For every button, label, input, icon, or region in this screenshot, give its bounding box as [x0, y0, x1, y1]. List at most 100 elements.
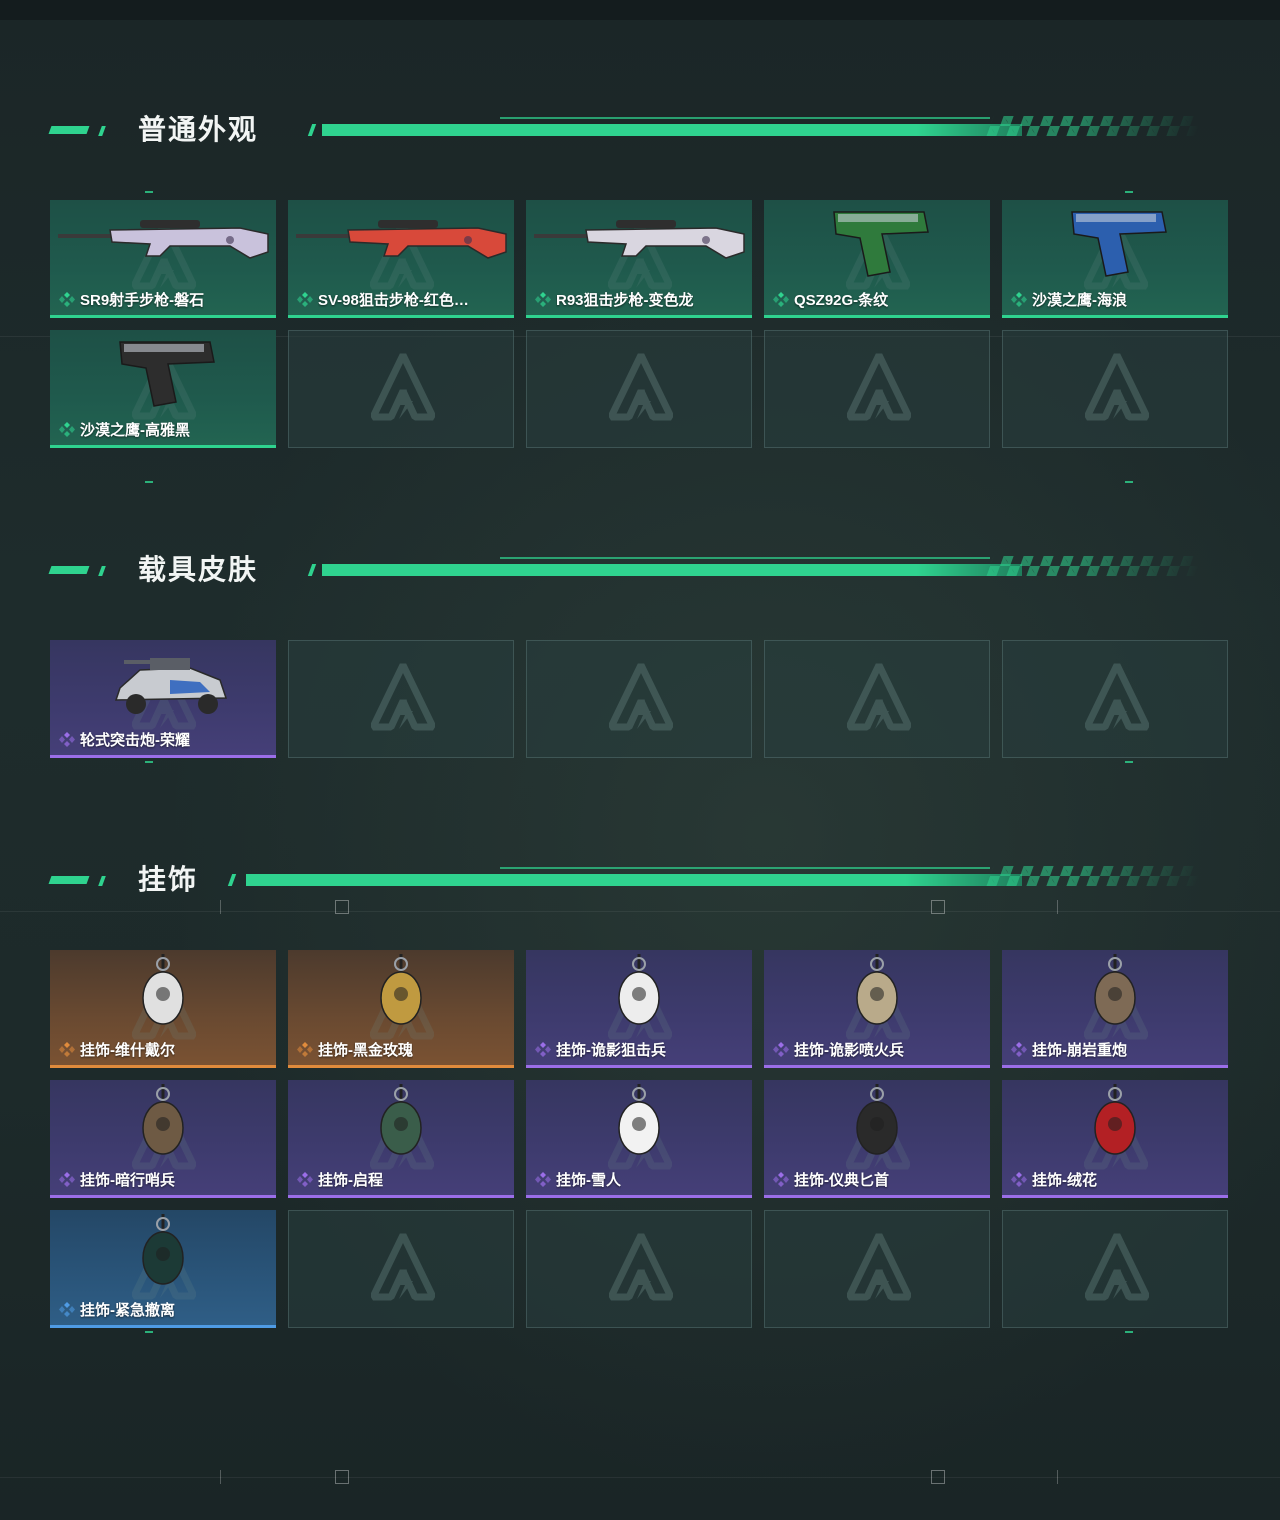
item-name: 挂饰-维什戴尔 [80, 1042, 175, 1059]
charm-image [142, 1084, 184, 1155]
logo-watermark-icon [609, 1233, 673, 1301]
frame-mark [1057, 900, 1058, 914]
section-title: 载具皮肤 [138, 554, 259, 585]
rarity-diamond-icon [1011, 1041, 1027, 1057]
section-title: 普通外观 [138, 114, 259, 145]
rarity-diamond-icon [535, 291, 551, 307]
item-name: 沙漠之鹰-海浪 [1032, 292, 1127, 309]
item-name: 挂饰-暗行哨兵 [80, 1172, 175, 1189]
item-card[interactable]: SR9射手步枪-磐石 [50, 200, 276, 318]
item-name: 挂饰-绒花 [1032, 1172, 1097, 1189]
item-label-row: 轮式突击炮-荣耀 [58, 729, 190, 750]
item-card[interactable]: SV-98狙击步枪-红色… [288, 200, 514, 318]
item-label-row: 沙漠之鹰-海浪 [1010, 289, 1127, 310]
item-label-row: 挂饰-诡影狙击兵 [534, 1039, 666, 1060]
charm-image [142, 1214, 184, 1285]
rarity-diamond-icon [773, 1041, 789, 1057]
header-accent-bar [48, 126, 90, 134]
item-label-row: 挂饰-仪典匕首 [772, 1169, 889, 1190]
item-label-row: 挂饰-诡影喷火兵 [772, 1039, 904, 1060]
rarity-diamond-icon [59, 731, 75, 747]
header-checker-pattern [986, 116, 1204, 136]
logo-watermark-icon [609, 353, 673, 421]
item-card[interactable]: 挂饰-绒花 [1002, 1080, 1228, 1198]
rarity-diamond-icon [59, 1041, 75, 1057]
logo-watermark-icon [371, 353, 435, 421]
frame-tick [1125, 1331, 1133, 1333]
section-header-vehicle-skins: 载具皮肤 [0, 552, 1280, 592]
top-bar [0, 0, 1280, 20]
item-card[interactable]: 沙漠之鹰-高雅黑 [50, 330, 276, 448]
item-label-row: QSZ92G-条纹 [772, 289, 888, 310]
empty-slot [288, 330, 514, 448]
item-card[interactable]: 轮式突击炮-荣耀 [50, 640, 276, 758]
empty-slot [764, 330, 990, 448]
rarity-diamond-icon [59, 1301, 75, 1317]
header-slash [307, 124, 317, 136]
frame-tick [145, 191, 153, 193]
item-card[interactable]: 挂饰-仪典匕首 [764, 1080, 990, 1198]
header-line [246, 874, 1022, 886]
item-name: 挂饰-崩岩重炮 [1032, 1042, 1127, 1059]
logo-watermark-icon [847, 663, 911, 731]
item-name: SR9射手步枪-磐石 [80, 292, 205, 309]
charm-image [618, 1084, 660, 1155]
item-name: R93狙击步枪-变色龙 [556, 292, 694, 309]
frame-tick [145, 761, 153, 763]
item-label-row: 挂饰-雪人 [534, 1169, 621, 1190]
rarity-diamond-icon [773, 1171, 789, 1187]
item-label-row: R93狙击步枪-变色龙 [534, 289, 694, 310]
pistol-image [119, 341, 215, 407]
frame-tick [145, 481, 153, 483]
logo-watermark-icon [1085, 663, 1149, 731]
pistol-image [1071, 211, 1167, 277]
item-label-row: 挂饰-启程 [296, 1169, 383, 1190]
pistol-image [833, 211, 929, 277]
empty-slot [526, 640, 752, 758]
item-card[interactable]: QSZ92G-条纹 [764, 200, 990, 318]
rarity-diamond-icon [297, 291, 313, 307]
header-thin-line [500, 867, 990, 869]
vehicle-image [114, 658, 228, 714]
empty-slot [764, 1210, 990, 1328]
rarity-diamond-icon [773, 291, 789, 307]
frame-mark [220, 1470, 221, 1484]
item-card[interactable]: 挂饰-维什戴尔 [50, 950, 276, 1068]
item-card[interactable]: 挂饰-雪人 [526, 1080, 752, 1198]
item-name: QSZ92G-条纹 [794, 292, 889, 309]
item-card[interactable]: 挂饰-崩岩重炮 [1002, 950, 1228, 1068]
item-label-row: 挂饰-绒花 [1010, 1169, 1097, 1190]
charm-image [1094, 1084, 1136, 1155]
empty-slot [1002, 330, 1228, 448]
charm-image [856, 1084, 898, 1155]
item-label-row: 挂饰-维什戴尔 [58, 1039, 175, 1060]
frame-line [0, 1477, 1280, 1478]
item-card[interactable]: R93狙击步枪-变色龙 [526, 200, 752, 318]
charm-image [618, 954, 660, 1025]
item-name: 挂饰-诡影喷火兵 [794, 1042, 904, 1059]
item-label-row: 挂饰-黑金玫瑰 [296, 1039, 413, 1060]
empty-slot [1002, 1210, 1228, 1328]
item-label-row: 挂饰-暗行哨兵 [58, 1169, 175, 1190]
item-label-row: SR9射手步枪-磐石 [58, 289, 204, 310]
item-card[interactable]: 沙漠之鹰-海浪 [1002, 200, 1228, 318]
item-card[interactable]: 挂饰-暗行哨兵 [50, 1080, 276, 1198]
frame-square [335, 900, 349, 914]
rarity-diamond-icon [1011, 1171, 1027, 1187]
frame-tick [145, 1331, 153, 1333]
section-header-common-skins: 普通外观 [0, 112, 1280, 152]
item-card[interactable]: 挂饰-诡影喷火兵 [764, 950, 990, 1068]
header-accent-bar [98, 876, 106, 886]
item-card[interactable]: 挂饰-黑金玫瑰 [288, 950, 514, 1068]
header-line [322, 564, 1022, 576]
sniper-rifle-image [296, 220, 507, 259]
section-title: 挂饰 [138, 864, 199, 895]
item-name: 挂饰-雪人 [556, 1172, 621, 1189]
rarity-diamond-icon [59, 421, 75, 437]
item-card[interactable]: 挂饰-紧急撤离 [50, 1210, 276, 1328]
rarity-diamond-icon [297, 1171, 313, 1187]
item-card[interactable]: 挂饰-启程 [288, 1080, 514, 1198]
empty-slot [526, 330, 752, 448]
item-card[interactable]: 挂饰-诡影狙击兵 [526, 950, 752, 1068]
frame-mark [1057, 1470, 1058, 1484]
